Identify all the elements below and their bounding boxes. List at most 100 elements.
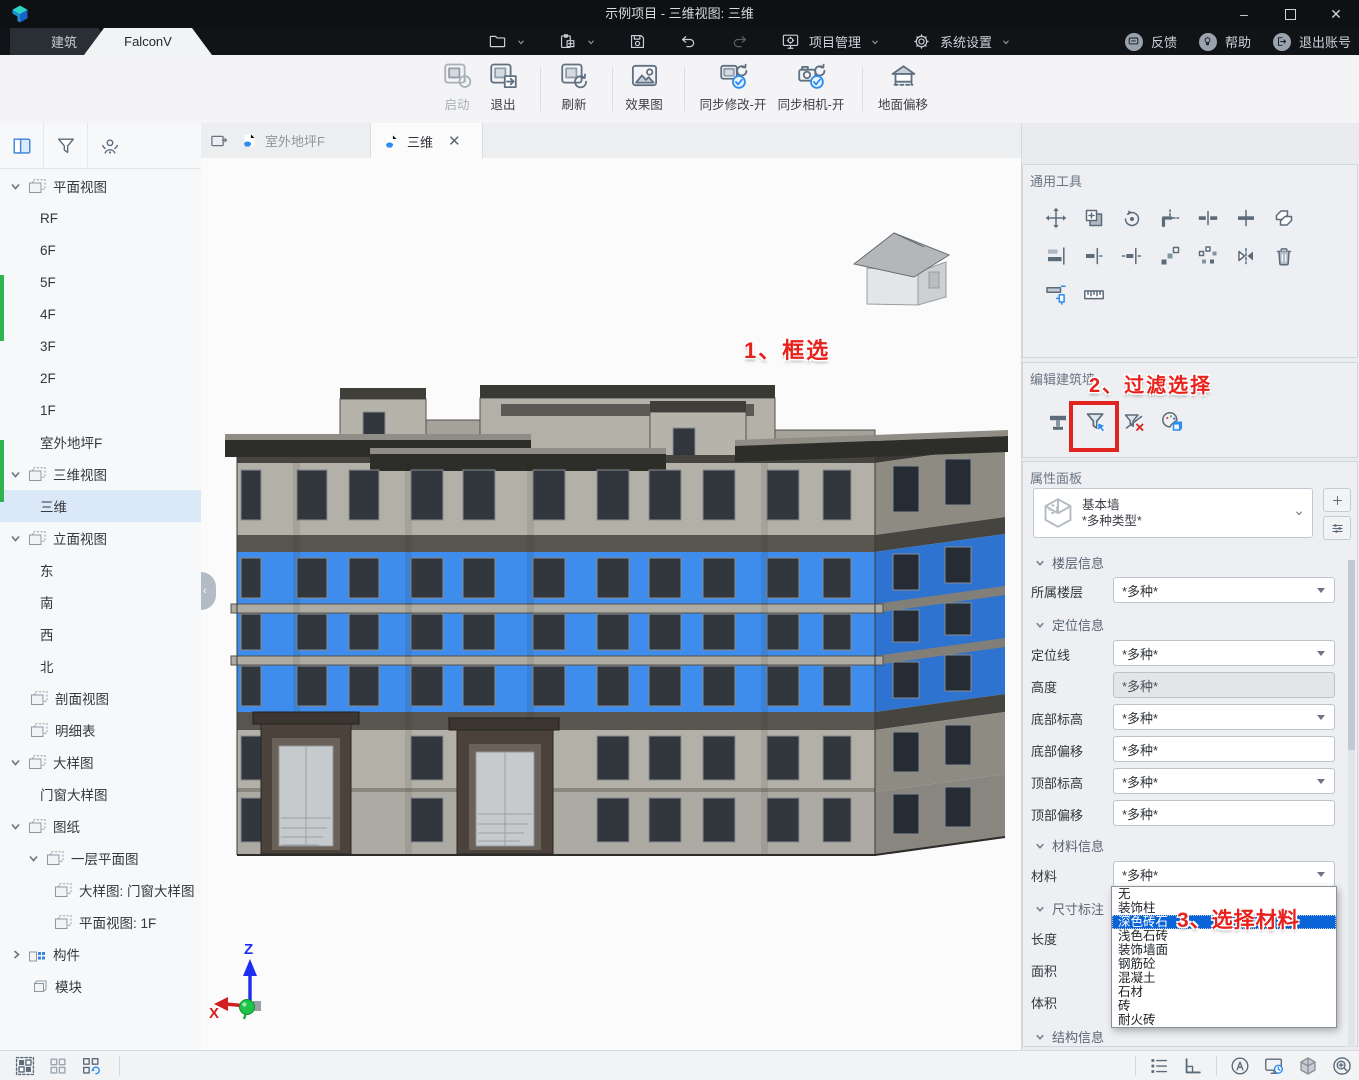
material-option[interactable]: 装饰墙面	[1112, 943, 1336, 957]
tree-item-south[interactable]: 南	[0, 586, 201, 618]
section-material-info[interactable]: 材料信息	[1035, 836, 1104, 855]
project-management-menu[interactable]: 项目管理	[809, 32, 861, 51]
material-option[interactable]: 混凝土	[1112, 971, 1336, 985]
float-view-icon[interactable]	[209, 131, 229, 151]
redo-icon[interactable]	[730, 32, 749, 51]
ground-offset-button[interactable]: 地面偏移	[870, 60, 936, 118]
tree-item-2f[interactable]: 2F	[0, 362, 201, 394]
section-dimension-info[interactable]: 尺寸标注	[1035, 899, 1104, 918]
paste-icon[interactable]	[558, 32, 577, 51]
type-chevron-icon[interactable]	[1294, 508, 1304, 518]
tree-item-4f[interactable]: 4F	[0, 298, 201, 330]
add-type-button[interactable]	[1323, 488, 1351, 512]
close-button[interactable]: ✕	[1313, 0, 1359, 28]
mirror-button[interactable]	[1227, 237, 1265, 275]
tree-item-north[interactable]: 北	[0, 650, 201, 682]
shaded-view-icon[interactable]	[1297, 1055, 1319, 1077]
project-management-icon[interactable]	[781, 32, 800, 51]
undo-icon[interactable]	[679, 32, 698, 51]
tree-item-east[interactable]: 东	[0, 554, 201, 586]
measure-button[interactable]	[1075, 275, 1113, 313]
tree-item-3d-views[interactable]: 三维视图	[0, 458, 201, 490]
tree-item-sheets[interactable]: 图纸	[0, 810, 201, 842]
open-file-icon[interactable]	[488, 32, 507, 51]
logout-menu[interactable]: 退出账号	[1299, 32, 1351, 51]
tree-item-door-window-detail[interactable]: 门窗大样图	[0, 778, 201, 810]
material-option[interactable]: 无	[1112, 887, 1336, 901]
view-tab-3d[interactable]: 三维 ✕	[371, 123, 483, 159]
trim-corner-button[interactable]	[1151, 199, 1189, 237]
align-right-button[interactable]	[1037, 237, 1075, 275]
section-structure-info[interactable]: 结构信息	[1035, 1027, 1104, 1046]
system-settings-icon[interactable]	[912, 32, 931, 51]
tree-item-site-floor[interactable]: 室外地坪F	[0, 426, 201, 458]
material-option[interactable]: 石材	[1112, 985, 1336, 999]
tree-item-elevation-views[interactable]: 立面视图	[0, 522, 201, 554]
top-offset-input[interactable]: *多种*	[1113, 800, 1335, 826]
select-group-icon[interactable]	[14, 1055, 36, 1077]
annotation-mode-icon[interactable]	[1229, 1055, 1251, 1077]
tree-item-first-floor-sheet[interactable]: 一层平面图	[0, 842, 201, 874]
tree-item-1f[interactable]: 1F	[0, 394, 201, 426]
tree-item-sheet-detail[interactable]: 大样图: 门窗大样图	[0, 874, 201, 906]
sync-status-icon[interactable]	[1263, 1055, 1285, 1077]
deselect-group-icon[interactable]	[47, 1055, 69, 1077]
copy-button[interactable]	[1075, 199, 1113, 237]
floor-select[interactable]: *多种*	[1113, 577, 1335, 603]
tree-item-rf[interactable]: RF	[0, 202, 201, 234]
corner-snap-icon[interactable]	[1182, 1055, 1204, 1077]
location-line-select[interactable]: *多种*	[1113, 640, 1335, 666]
logout-icon[interactable]	[1273, 33, 1291, 51]
tree-item-3d[interactable]: 三维	[0, 490, 201, 522]
feedback-menu[interactable]: 反馈	[1151, 32, 1177, 51]
tree-item-plan-views[interactable]: 平面视图	[0, 170, 201, 202]
material-option[interactable]: 砖	[1112, 999, 1336, 1013]
feedback-icon[interactable]	[1125, 33, 1143, 51]
align-edge-button[interactable]	[1075, 237, 1113, 275]
help-menu[interactable]: 帮助	[1225, 32, 1251, 51]
match-type-button[interactable]	[1265, 199, 1303, 237]
save-icon[interactable]	[628, 32, 647, 51]
refresh-button[interactable]: 刷新	[541, 60, 607, 118]
tree-item-components[interactable]: 构件	[0, 938, 201, 970]
material-option[interactable]: 耐火砖	[1112, 1013, 1336, 1027]
material-select[interactable]: *多种*	[1113, 861, 1335, 887]
tree-item-schedules[interactable]: 明细表	[0, 714, 201, 746]
sync-camera-button[interactable]: 同步相机-开	[772, 60, 850, 118]
zoom-fit-icon[interactable]	[1331, 1055, 1353, 1077]
panel-layout-button[interactable]	[0, 123, 44, 168]
base-offset-input[interactable]: *多种*	[1113, 736, 1335, 762]
render-button[interactable]: 效果图	[611, 60, 677, 118]
minimize-button[interactable]: –	[1221, 0, 1267, 28]
split-button[interactable]	[1189, 199, 1227, 237]
exit-button[interactable]: 退出	[470, 60, 536, 118]
project-management-chevron-icon[interactable]	[870, 37, 880, 47]
tree-item-section-views[interactable]: 剖面视图	[0, 682, 201, 714]
radial-array-button[interactable]	[1189, 237, 1227, 275]
material-paint-button[interactable]	[1153, 403, 1191, 441]
rotate-button[interactable]	[1113, 199, 1151, 237]
top-level-select[interactable]: *多种*	[1113, 768, 1335, 794]
tree-item-modules[interactable]: 模块	[0, 970, 201, 1002]
type-selector[interactable]: 基本墙 *多种类型*	[1033, 488, 1313, 538]
model-canvas[interactable]: Z X	[201, 158, 1021, 1050]
tree-item-5f[interactable]: 5F	[0, 266, 201, 298]
sync-edit-button[interactable]: 同步修改-开	[694, 60, 772, 118]
type-settings-button[interactable]	[1323, 516, 1351, 540]
tab-falconv[interactable]: FalconV	[84, 28, 212, 55]
linear-array-button[interactable]	[1151, 237, 1189, 275]
system-settings-menu[interactable]: 系统设置	[940, 32, 992, 51]
material-option[interactable]: 钢筋砼	[1112, 957, 1336, 971]
locate-button[interactable]	[88, 123, 131, 168]
align-line-button[interactable]	[1113, 237, 1151, 275]
base-level-select[interactable]: *多种*	[1113, 704, 1335, 730]
tree-item-3f[interactable]: 3F	[0, 330, 201, 362]
tree-item-detail-views[interactable]: 大样图	[0, 746, 201, 778]
browser-filter-button[interactable]	[44, 123, 88, 168]
maximize-button[interactable]	[1267, 0, 1313, 28]
system-settings-chevron-icon[interactable]	[1001, 37, 1011, 47]
properties-scrollbar-thumb[interactable]	[1348, 560, 1355, 750]
view-tab-site-floor[interactable]: 室外地坪F	[229, 123, 371, 158]
offset-button[interactable]	[1037, 275, 1075, 313]
tree-item-sheet-plan-1f[interactable]: 平面视图: 1F	[0, 906, 201, 938]
